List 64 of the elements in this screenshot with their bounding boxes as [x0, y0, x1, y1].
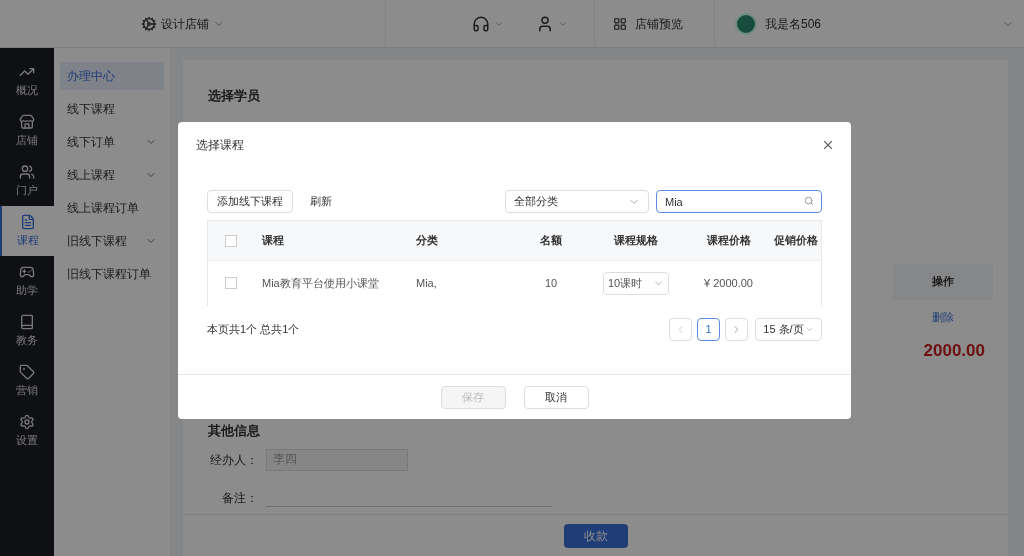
submenu-item[interactable]: 线上课程订单 — [60, 194, 164, 222]
search-icon[interactable] — [804, 196, 814, 206]
column-header: 促销价格 — [773, 233, 819, 249]
nav-item[interactable]: 店铺 — [0, 106, 54, 156]
design-store-button[interactable]: 设计店铺 — [141, 14, 225, 33]
add-course-button[interactable]: 添加线下课程 — [207, 190, 293, 213]
grid-icon — [613, 16, 627, 31]
submenu-item[interactable]: 旧线下课程 — [60, 227, 164, 255]
nav-item[interactable]: 概况 — [0, 56, 54, 106]
users-icon — [19, 163, 35, 180]
close-icon[interactable] — [821, 138, 835, 152]
select-all-checkbox[interactable] — [225, 234, 237, 247]
column-header: 课程价格 — [705, 233, 752, 249]
store-preview-button[interactable]: 店铺预览 — [613, 14, 683, 33]
table-cell-text: Mia教育平台使用小课堂 — [262, 275, 380, 291]
user-icon[interactable] — [536, 14, 554, 33]
column-header: 课程 — [262, 233, 285, 249]
nav-item[interactable]: 教务 — [0, 306, 54, 356]
book-icon — [19, 313, 35, 330]
category-select[interactable]: 全部分类 — [505, 190, 649, 213]
field-label: 备注： — [221, 489, 258, 507]
search-field[interactable]: Mia — [656, 190, 822, 213]
headset-icon[interactable] — [472, 14, 490, 33]
page-button[interactable]: 1 — [697, 318, 720, 341]
table-cell-text: ¥ 2000.00 — [703, 275, 754, 291]
table-header: 操作 — [893, 263, 993, 300]
column-header: 分类 — [416, 233, 439, 249]
cancel-button[interactable]: 取消 — [523, 385, 589, 409]
submenu-item[interactable]: 线上课程 — [60, 161, 164, 189]
submenu-item[interactable]: 线下订单 — [60, 128, 164, 156]
submenu-item[interactable]: 旧线下课程订单 — [60, 260, 164, 288]
column-header: 名额 — [539, 233, 563, 249]
table-cell-text: Mia, — [416, 275, 438, 291]
section-title: 其他信息 — [208, 422, 261, 440]
gear-icon — [141, 15, 157, 32]
nav-item[interactable]: 营销 — [0, 356, 54, 406]
next-page-button[interactable] — [725, 318, 748, 341]
field-label: 经办人： — [209, 451, 258, 469]
section-title: 选择学员 — [208, 87, 261, 105]
refresh-link[interactable]: 刷新 — [310, 193, 332, 210]
prev-page-button[interactable] — [669, 318, 692, 341]
page-summary: 本页共1个 总共1个 — [207, 322, 300, 338]
total-amount: 2000.00 — [923, 339, 985, 362]
nav-item[interactable]: 门户 — [0, 156, 54, 206]
nav-item[interactable]: 课程 — [0, 206, 54, 256]
store-icon — [19, 113, 35, 130]
nav-item[interactable]: 助学 — [0, 256, 54, 306]
table-cell-text: 10 — [543, 275, 559, 291]
dialog-title: 选择课程 — [196, 137, 244, 154]
column-header: 课程规格 — [613, 233, 659, 249]
nav-item[interactable]: 设置 — [0, 406, 54, 456]
delete-link[interactable]: 删除 — [893, 299, 993, 336]
submenu-item[interactable]: 线下课程 — [60, 95, 164, 123]
row-checkbox[interactable] — [225, 277, 237, 289]
avatar — [735, 12, 757, 35]
document-icon — [20, 213, 36, 230]
page-size-select[interactable]: 15 条/页 — [755, 318, 822, 341]
user-name: 我是名506 — [765, 15, 822, 33]
settings-icon — [19, 413, 35, 430]
spec-select[interactable]: 10课时 — [603, 271, 669, 295]
tag-icon — [19, 363, 35, 380]
collect-button[interactable]: 收款 — [563, 523, 628, 548]
submenu-item[interactable]: 办理中心 — [60, 62, 164, 90]
caret-icon — [804, 325, 814, 334]
